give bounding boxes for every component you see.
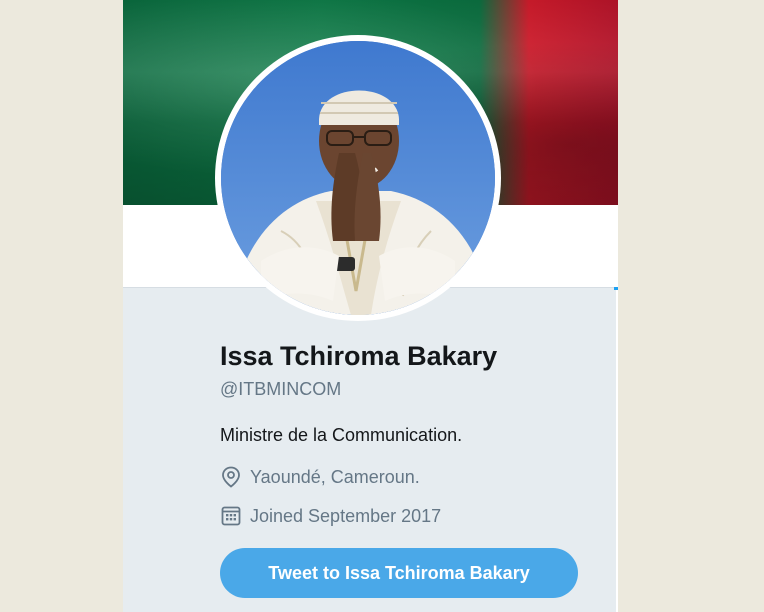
profile-location: Yaoundé, Cameroun. (220, 464, 600, 490)
location-text: Yaoundé, Cameroun. (250, 467, 420, 487)
profile-header: Issa Tchiroma Bakary @ITBMINCOM Ministre… (220, 338, 600, 529)
profile-bio: Ministre de la Communication. (220, 425, 463, 445)
tweet-to-button[interactable]: Tweet to Issa Tchiroma Bakary (220, 548, 578, 598)
profile-card: Issa Tchiroma Bakary @ITBMINCOM Ministre… (123, 0, 618, 612)
avatar-photo (221, 41, 495, 315)
calendar-icon (220, 505, 242, 527)
avatar[interactable] (221, 41, 495, 315)
avatar-frame[interactable] (215, 35, 501, 321)
card-edge (616, 290, 618, 612)
profile-handle[interactable]: @ITBMINCOM (220, 376, 600, 402)
profile-joined-date: Joined September 2017 (220, 503, 600, 529)
profile-name[interactable]: Issa Tchiroma Bakary (220, 338, 600, 374)
joined-text: Joined September 2017 (250, 506, 442, 526)
location-pin-icon (220, 466, 242, 488)
